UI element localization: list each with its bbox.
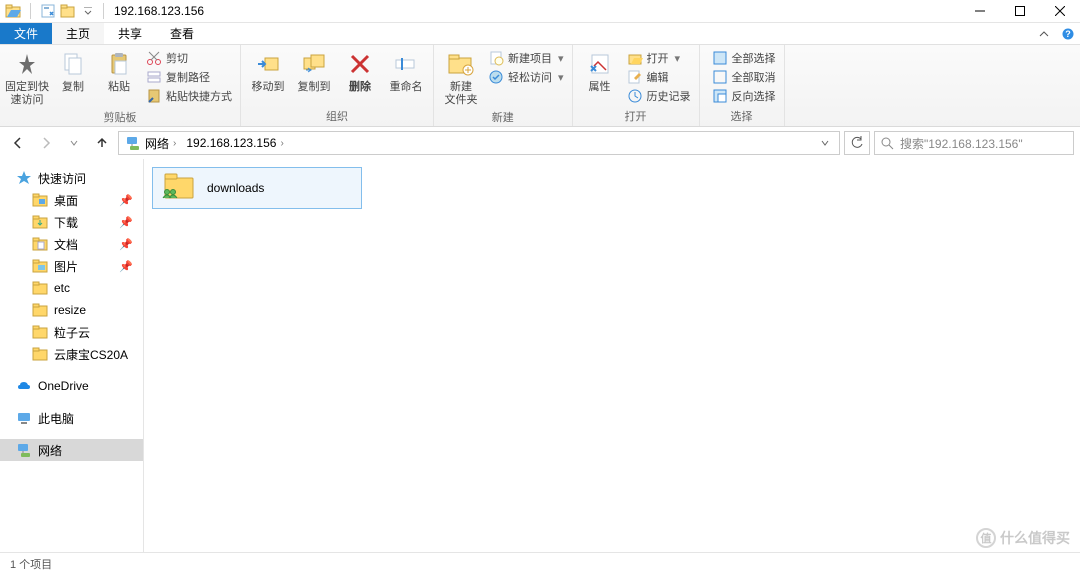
star-icon: [16, 170, 32, 186]
copy-button[interactable]: 复制: [50, 47, 96, 94]
content-pane[interactable]: downloads 值 什么值得买: [144, 159, 1080, 552]
recent-dropdown-icon[interactable]: [62, 131, 86, 155]
paste-shortcut-button[interactable]: 粘贴快捷方式: [142, 87, 236, 105]
up-button[interactable]: [90, 131, 114, 155]
sidebar-item-documents[interactable]: 文档📌: [0, 233, 143, 255]
sidebar-onedrive[interactable]: OneDrive: [0, 375, 143, 397]
quick-access-toolbar: [0, 2, 97, 20]
search-icon: [881, 137, 894, 150]
ribbon: 固定到快 速访问 复制 粘贴 剪切 复制路径 粘贴快捷方式 剪贴板 移动到 复制…: [0, 45, 1080, 127]
ribbon-tabs: 文件 主页 共享 查看 ?: [0, 23, 1080, 45]
folder-icon: [32, 236, 48, 252]
cloud-icon: [16, 378, 32, 394]
forward-button[interactable]: [34, 131, 58, 155]
cut-button[interactable]: 剪切: [142, 49, 236, 67]
ribbon-group-new: 新建 文件夹 新建项目▾ 轻松访问▾ 新建: [434, 45, 573, 126]
back-button[interactable]: [6, 131, 30, 155]
rename-button[interactable]: 重命名: [383, 47, 429, 94]
open-button[interactable]: 打开▾: [623, 49, 695, 67]
item-count: 1 个项目: [10, 556, 52, 572]
folder-icon: [32, 214, 48, 230]
folder-icon: [32, 324, 48, 340]
new-folder-button[interactable]: 新建 文件夹: [438, 47, 484, 107]
folder-icon: [32, 258, 48, 274]
copy-to-button[interactable]: 复制到: [291, 47, 337, 94]
address-dropdown-icon[interactable]: [813, 131, 837, 155]
folder-item-downloads[interactable]: downloads: [152, 167, 362, 209]
close-button[interactable]: [1040, 0, 1080, 22]
breadcrumb-address[interactable]: 192.168.123.156›: [182, 136, 287, 150]
refresh-button[interactable]: [844, 131, 870, 155]
pin-icon: 📌: [119, 194, 133, 207]
watermark: 值 什么值得买: [976, 528, 1070, 548]
properties-button[interactable]: 属性: [577, 47, 623, 94]
ribbon-group-organize: 移动到 复制到 删除 重命名 组织: [241, 45, 434, 126]
pin-icon: 📌: [119, 216, 133, 229]
maximize-button[interactable]: [1000, 0, 1040, 22]
select-none-button[interactable]: 全部取消: [708, 68, 780, 86]
ribbon-group-open: 属性 打开▾ 编辑 历史记录 打开: [573, 45, 700, 126]
tab-view[interactable]: 查看: [156, 23, 208, 44]
ribbon-collapse-icon[interactable]: [1032, 23, 1056, 44]
select-all-button[interactable]: 全部选择: [708, 49, 780, 67]
separator: [30, 3, 31, 19]
tab-file[interactable]: 文件: [0, 23, 52, 44]
sidebar-network[interactable]: 网络: [0, 439, 143, 461]
svg-text:?: ?: [1065, 29, 1071, 39]
new-item-button[interactable]: 新建项目▾: [484, 49, 568, 67]
qat-dropdown-icon[interactable]: [79, 2, 97, 20]
sidebar-item-downloads[interactable]: 下载📌: [0, 211, 143, 233]
network-icon: [16, 442, 32, 458]
copy-path-button[interactable]: 复制路径: [142, 68, 236, 86]
easy-access-button[interactable]: 轻松访问▾: [484, 68, 568, 86]
explorer-icon: [4, 2, 22, 20]
search-input[interactable]: 搜索"192.168.123.156": [874, 131, 1074, 155]
folder-name: downloads: [207, 181, 264, 195]
ribbon-group-clipboard: 固定到快 速访问 复制 粘贴 剪切 复制路径 粘贴快捷方式 剪贴板: [0, 45, 241, 126]
shared-folder-icon: [161, 172, 197, 204]
ribbon-group-select: 全部选择 全部取消 反向选择 选择: [700, 45, 785, 126]
sidebar-item-yunkangbao[interactable]: 云康宝CS20A: [0, 343, 143, 365]
folder-icon: [32, 346, 48, 362]
network-icon: [125, 135, 141, 151]
new-folder-qat-icon[interactable]: [59, 2, 77, 20]
invert-selection-button[interactable]: 反向选择: [708, 87, 780, 105]
sidebar-item-etc[interactable]: etc: [0, 277, 143, 299]
address-bar: 网络› 192.168.123.156› 搜索"192.168.123.156": [0, 127, 1080, 159]
help-icon[interactable]: ?: [1056, 23, 1080, 44]
tab-home[interactable]: 主页: [52, 23, 104, 44]
navigation-pane: 快速访问 桌面📌 下载📌 文档📌 图片📌 etc resize 粒子云 云康宝C…: [0, 159, 144, 552]
folder-icon: [32, 280, 48, 296]
minimize-button[interactable]: [960, 0, 1000, 22]
pin-to-quick-access-button[interactable]: 固定到快 速访问: [4, 47, 50, 107]
paste-button[interactable]: 粘贴: [96, 47, 142, 94]
breadcrumb-network[interactable]: 网络›: [121, 135, 180, 152]
folder-icon: [32, 302, 48, 318]
sidebar-quick-access[interactable]: 快速访问: [0, 167, 143, 189]
delete-button[interactable]: 删除: [337, 47, 383, 94]
status-bar: 1 个项目: [0, 552, 1080, 574]
pc-icon: [16, 410, 32, 426]
tab-share[interactable]: 共享: [104, 23, 156, 44]
pin-icon: 📌: [119, 238, 133, 251]
title-bar: 192.168.123.156: [0, 0, 1080, 23]
sidebar-item-desktop[interactable]: 桌面📌: [0, 189, 143, 211]
sidebar-item-resize[interactable]: resize: [0, 299, 143, 321]
move-to-button[interactable]: 移动到: [245, 47, 291, 94]
edit-button[interactable]: 编辑: [623, 68, 695, 86]
window-title: 192.168.123.156: [110, 4, 204, 18]
sidebar-item-pictures[interactable]: 图片📌: [0, 255, 143, 277]
sidebar-item-liziyun[interactable]: 粒子云: [0, 321, 143, 343]
pin-icon: 📌: [119, 260, 133, 273]
properties-qat-icon[interactable]: [39, 2, 57, 20]
address-box[interactable]: 网络› 192.168.123.156›: [118, 131, 840, 155]
sidebar-this-pc[interactable]: 此电脑: [0, 407, 143, 429]
history-button[interactable]: 历史记录: [623, 87, 695, 105]
folder-icon: [32, 192, 48, 208]
separator: [103, 3, 104, 19]
